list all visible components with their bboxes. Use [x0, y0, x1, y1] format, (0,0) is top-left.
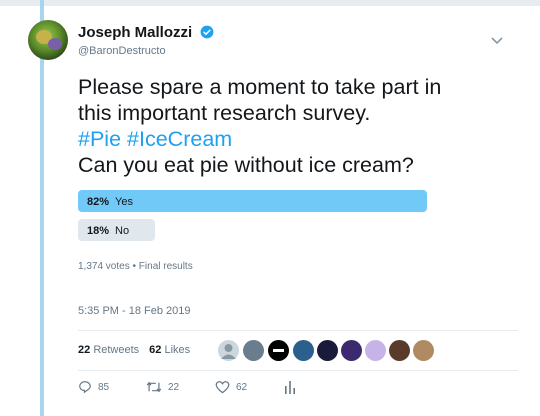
author-name[interactable]: Joseph Mallozzi — [78, 24, 214, 41]
divider — [78, 330, 518, 331]
poll-option-yes: 82% Yes — [87, 196, 133, 208]
avatar-art-detail — [48, 38, 62, 50]
liker-avatar[interactable] — [268, 340, 289, 361]
liker-avatar[interactable] — [389, 340, 410, 361]
tweet-text: Please spare a moment to take part in th… — [78, 74, 518, 178]
avatar[interactable] — [28, 20, 68, 60]
liker-avatar[interactable] — [218, 340, 239, 361]
tweet-stats: 22 Retweets 62 Likes — [78, 344, 190, 356]
tweet-text-line: Can you eat pie without ice cream? — [78, 153, 414, 177]
retweets-stat[interactable]: 22 Retweets — [78, 344, 139, 356]
thread-line — [40, 0, 44, 416]
author-name-text[interactable]: Joseph Mallozzi — [78, 24, 192, 41]
hashtag-icecream[interactable]: #IceCream — [127, 127, 232, 151]
divider — [78, 370, 518, 371]
hashtag-line: #Pie #IceCream — [78, 126, 518, 152]
likes-count: 62 — [149, 344, 162, 356]
tweet-text-line: this important research survey. — [78, 101, 371, 125]
like-count: 62 — [236, 381, 248, 393]
poll-meta: 1,374 votes • Final results — [78, 261, 193, 272]
liker-avatar[interactable] — [317, 340, 338, 361]
poll-status: Final results — [138, 261, 193, 272]
liker-avatar[interactable] — [341, 340, 362, 361]
hashtag-pie[interactable]: #Pie — [78, 127, 121, 151]
like-button[interactable]: 62 — [215, 380, 247, 394]
tweet-timestamp[interactable]: 5:35 PM - 18 Feb 2019 — [78, 305, 191, 317]
retweets-count: 22 — [78, 344, 91, 356]
retweet-icon — [146, 381, 162, 393]
top-border — [0, 0, 540, 6]
analytics-icon — [285, 381, 295, 394]
retweet-button[interactable]: 22 — [146, 380, 179, 394]
poll-label: No — [115, 225, 130, 237]
poll-label: Yes — [115, 196, 133, 208]
poll-option-no: 18% No — [87, 225, 129, 237]
verified-badge-icon — [200, 25, 214, 39]
tweet-text-line: Please spare a moment to take part in — [78, 75, 442, 99]
heart-icon — [215, 381, 230, 394]
tweet-actions: 85 22 62 — [78, 380, 378, 400]
poll-separator: • — [132, 261, 137, 272]
retweet-count: 22 — [168, 381, 180, 393]
likes-label: Likes — [164, 344, 191, 356]
likes-stat[interactable]: 62 Likes — [149, 344, 190, 356]
liker-avatar[interactable] — [365, 340, 386, 361]
chevron-down-icon[interactable] — [491, 36, 503, 46]
reply-button[interactable]: 85 — [78, 380, 109, 394]
reply-icon — [79, 381, 91, 394]
poll-percent: 18% — [87, 225, 110, 237]
poll-percent: 82% — [87, 196, 110, 208]
liker-avatar[interactable] — [293, 340, 314, 361]
liker-avatar[interactable] — [243, 340, 264, 361]
liker-avatar[interactable] — [413, 340, 434, 361]
author-handle[interactable]: @BaronDestructo — [78, 45, 166, 57]
poll-votes: 1,374 votes — [78, 261, 130, 272]
analytics-button[interactable] — [284, 380, 302, 394]
retweets-label: Retweets — [93, 344, 140, 356]
reply-count: 85 — [98, 381, 110, 393]
